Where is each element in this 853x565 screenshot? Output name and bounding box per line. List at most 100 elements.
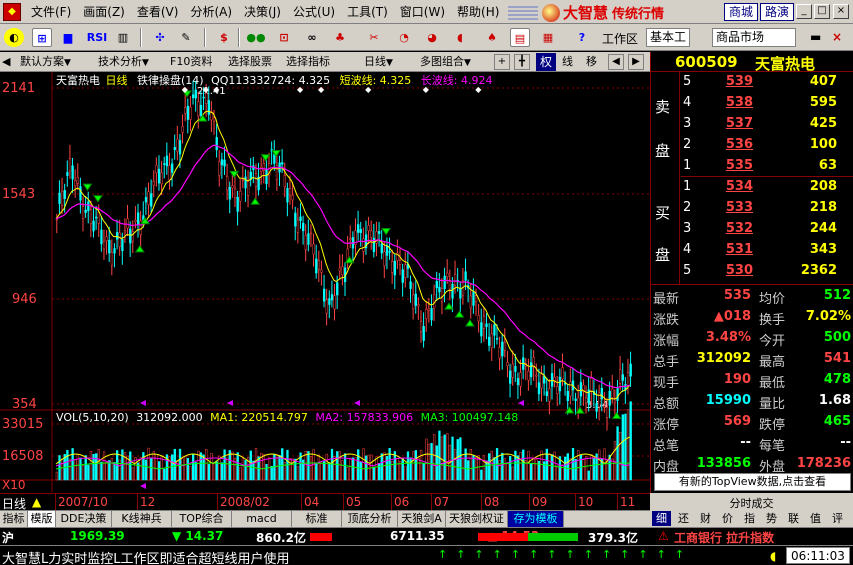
kline-icon[interactable]: ⊞ (32, 28, 52, 47)
kline-chart[interactable]: 2141 1543 946 354 33015 16508 X10 天富热电 日… (0, 72, 650, 492)
orderbook-row[interactable]: 1 535 63 (681, 158, 851, 178)
window-icon[interactable]: ▤ (510, 28, 530, 47)
funcbar-daily[interactable]: 日线▼ (364, 54, 393, 70)
chart-icon[interactable]: ◕ (422, 28, 442, 47)
market-select[interactable]: 商品市场 (712, 28, 796, 47)
help-icon[interactable]: ? (572, 28, 592, 47)
bottom-tab[interactable]: 模版 (28, 511, 56, 528)
tick-tab[interactable]: 价 (718, 511, 737, 526)
pie-icon[interactable]: ◔ (394, 28, 414, 47)
menu-help[interactable]: 帮助(H) (451, 3, 505, 20)
orderbook-row[interactable]: 4 531 343 (681, 242, 851, 262)
funcbar-f10[interactable]: F10资料 (170, 54, 212, 70)
books-icon[interactable]: ▦ (538, 28, 558, 47)
scroll-right-icon[interactable]: ▶ (628, 54, 644, 70)
candle-body (608, 390, 611, 406)
blue-hat-icon[interactable]: ♠ (482, 28, 502, 47)
orderbook-row[interactable]: 2 536 100 (681, 137, 851, 157)
bottom-tab[interactable]: TOP综合 (172, 511, 232, 528)
orderbook-row[interactable]: 2 533 218 (681, 200, 851, 220)
warning-icon[interactable]: ⚠ (658, 529, 669, 543)
binoculars-icon[interactable]: ∞ (302, 28, 322, 47)
back-icon[interactable]: ◐ (4, 28, 24, 47)
menu-view[interactable]: 查看(V) (131, 3, 185, 20)
period-up-icon[interactable]: ▲ (32, 495, 41, 509)
bottom-tab[interactable]: 天狼剑A (398, 511, 446, 528)
candle-body (63, 190, 66, 199)
menu-tools[interactable]: 工具(T) (341, 3, 394, 20)
roadshow-button[interactable]: 路演 (760, 3, 795, 21)
tick-tab[interactable]: 评 (828, 511, 847, 526)
traffic-icon[interactable]: ●● (246, 28, 266, 47)
ruler-icon[interactable]: ▥ (113, 28, 133, 47)
funcbar-default[interactable]: 默认方案▼ (20, 54, 71, 70)
orderbook-row[interactable]: 5 539 407 (681, 74, 851, 94)
menu-formula[interactable]: 公式(U) (287, 3, 341, 20)
workzone-label[interactable]: 工作区 (602, 30, 638, 47)
tab-rights[interactable]: 权 (536, 53, 556, 71)
tick-tab[interactable]: 联 (784, 511, 803, 526)
dollar-icon[interactable]: $ (214, 28, 234, 47)
funcbar-arrow-icon[interactable]: ◀ (2, 54, 10, 70)
bottom-tab[interactable]: 存为模板 (508, 511, 564, 528)
stat-row: 总额 15990 量比 1.68 (651, 391, 853, 412)
bottom-tab[interactable]: macd (232, 511, 292, 528)
orderbook-row[interactable]: 4 538 595 (681, 95, 851, 115)
candle-body (178, 140, 182, 155)
orderbook-row[interactable]: 3 537 425 (681, 116, 851, 136)
bottom-tab[interactable]: 指标 (0, 511, 28, 528)
market-button[interactable]: 商城 (724, 3, 759, 21)
pencil-icon[interactable]: ✎ (176, 28, 196, 47)
scroll-left-icon[interactable]: ◀ (608, 54, 624, 70)
orderbook-row[interactable]: 1 534 208 (681, 179, 851, 199)
basic-select[interactable]: 基本工 (646, 28, 690, 47)
funcbar-select-stock[interactable]: 选择股票 (228, 54, 272, 70)
maximize-button[interactable]: □ (814, 4, 830, 19)
bottom-tab[interactable]: 天狼剑权证 (446, 511, 508, 528)
bottom-tab[interactable]: K线神兵 (112, 511, 172, 528)
orderbook-row[interactable]: 3 532 244 (681, 221, 851, 241)
menu-file[interactable]: 文件(F) (25, 3, 77, 20)
close-inner-icon[interactable]: × (832, 30, 842, 44)
news-ticker[interactable]: 工商银行 拉升指数 (674, 529, 774, 546)
rsi-icon[interactable]: RSI (84, 28, 110, 47)
speaker-icon[interactable]: ◖ (770, 549, 776, 563)
topview-banner[interactable]: 有新的TopView数据,点击查看 (654, 473, 851, 491)
funcbar-select-indicator[interactable]: 选择指标 (286, 54, 330, 70)
chart-canvas[interactable]: 2141 1543 946 354 33015 16508 X10 天富热电 日… (0, 72, 650, 492)
tab-move[interactable]: 移 (586, 54, 597, 70)
volume-bar (474, 457, 478, 481)
tick-title[interactable]: 分时成交 (650, 495, 853, 511)
funcbar-multi[interactable]: 多图组合▼ (420, 54, 471, 70)
tick-tab[interactable]: 还 (674, 511, 693, 526)
hat-icon[interactable]: ♣ (330, 28, 350, 47)
bottom-tab[interactable]: DDE决策 (56, 511, 112, 528)
bottom-tab[interactable]: 标准 (292, 511, 342, 528)
tick-tab[interactable]: 细 (652, 511, 671, 526)
app-logo-icon[interactable]: ◆ (3, 2, 21, 21)
tick-tab[interactable]: 势 (762, 511, 781, 526)
tab-line[interactable]: 线 (562, 54, 573, 70)
volume-bar (68, 458, 72, 481)
close-button[interactable]: × (833, 4, 849, 19)
bar-chart-icon[interactable]: ▆ (58, 28, 78, 47)
menu-analysis[interactable]: 分析(A) (184, 3, 238, 20)
bottom-tab[interactable]: 顶底分析 (342, 511, 398, 528)
compass-icon[interactable]: ◖ (450, 28, 470, 47)
menu-decision[interactable]: 决策(J) (238, 3, 287, 20)
menu-view-screen[interactable]: 画面(Z) (77, 3, 131, 20)
cursor-icon[interactable]: ✣ (150, 28, 170, 47)
orderbook-row[interactable]: 5 530 2362 (681, 263, 851, 283)
crosshair-icon[interactable]: ╋ (514, 54, 530, 70)
menu-window[interactable]: 窗口(W) (394, 3, 451, 20)
zoom-in-icon[interactable]: + (494, 54, 510, 70)
tick-tab[interactable]: 值 (806, 511, 825, 526)
alarm-icon[interactable]: ⊡ (274, 28, 294, 47)
tool-icon[interactable]: ✂ (364, 28, 384, 47)
funcbar-tech[interactable]: 技术分析▼ (98, 54, 149, 70)
tick-tab[interactable]: 财 (696, 511, 715, 526)
volume-bar (157, 461, 161, 481)
tick-tab[interactable]: 指 (740, 511, 759, 526)
minimize-button[interactable]: _ (796, 4, 812, 19)
minimize-inner-icon[interactable]: ▬ (810, 30, 821, 44)
